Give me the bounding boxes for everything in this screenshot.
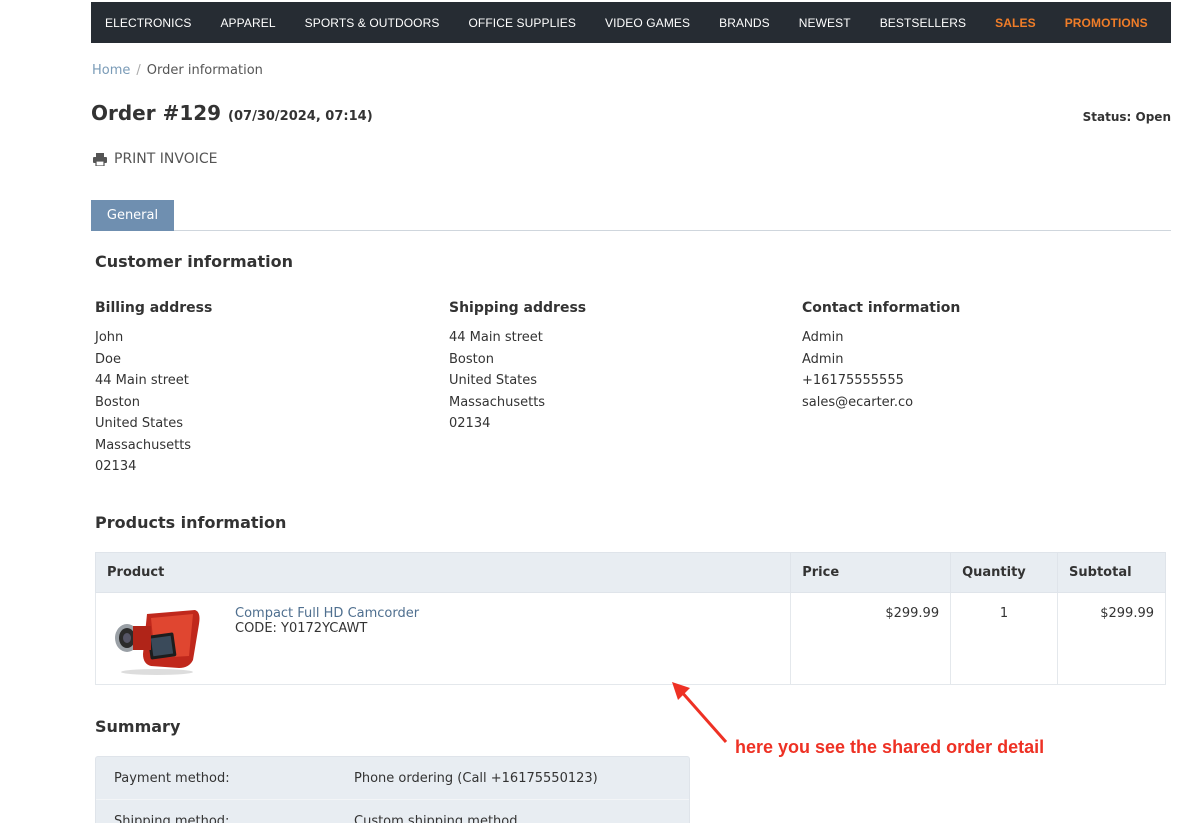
- nav-electronics[interactable]: ELECTRONICS: [105, 16, 191, 30]
- nav-brands[interactable]: BRANDS: [719, 16, 770, 30]
- summary-heading: Summary: [95, 717, 181, 736]
- column-subtotal: Subtotal: [1057, 552, 1166, 593]
- tab-bar: General: [91, 200, 1171, 231]
- nav-office-supplies[interactable]: OFFICE SUPPLIES: [468, 16, 576, 30]
- billing-line: 02134: [95, 459, 137, 474]
- printer-icon: [93, 152, 107, 166]
- table-header-row: Product Price Quantity Subtotal: [94, 552, 1166, 593]
- product-quantity: 1: [950, 592, 1059, 685]
- breadcrumb-separator: /: [136, 63, 141, 78]
- shipping-line: United States: [449, 373, 538, 388]
- table-row: Compact Full HD Camcorder CODE: Y0172YCA…: [94, 592, 1166, 685]
- tab-general[interactable]: General: [91, 200, 174, 231]
- annotation-text: here you see the shared order detail: [735, 737, 1045, 757]
- summary-value: Custom shipping method: [354, 813, 518, 823]
- summary-value: Phone ordering (Call +16175550123): [354, 770, 598, 786]
- summary-key: Payment method:: [114, 770, 230, 786]
- nav-sports-outdoors[interactable]: SPORTS & OUTDOORS: [305, 16, 440, 30]
- billing-line: United States: [95, 416, 184, 431]
- product-price: $299.99: [790, 592, 952, 685]
- billing-address: Billing address John Doe 44 Main street …: [95, 300, 212, 478]
- breadcrumb-home-link[interactable]: Home: [92, 63, 130, 78]
- camcorder-icon[interactable]: [107, 604, 207, 676]
- customer-information-heading: Customer information: [95, 252, 293, 271]
- products-information-heading: Products information: [95, 513, 287, 532]
- billing-line: Boston: [95, 394, 140, 410]
- print-invoice-button[interactable]: PRINT INVOICE: [93, 151, 217, 167]
- nav-newest[interactable]: NEWEST: [799, 16, 851, 30]
- contact-information-heading: Contact information: [802, 300, 961, 316]
- contact-email: sales@ecarter.co: [802, 394, 914, 410]
- summary-key: Shipping method:: [114, 813, 230, 823]
- order-status: Status: Open: [1082, 110, 1171, 124]
- shipping-address-heading: Shipping address: [449, 300, 587, 316]
- breadcrumb-current: Order information: [146, 63, 263, 78]
- column-product: Product: [94, 552, 792, 593]
- shipping-line: Boston: [449, 351, 494, 367]
- annotation-arrow-icon: [672, 682, 728, 743]
- page-title: Order #129 (07/30/2024, 07:14): [91, 101, 373, 125]
- summary-panel: Payment method: Phone ordering (Call +16…: [95, 756, 690, 823]
- summary-row-shipping: Shipping method: Custom shipping method: [96, 800, 689, 823]
- products-table: Product Price Quantity Subtotal Compact …: [94, 552, 1166, 685]
- billing-line: Massachusetts: [95, 437, 192, 453]
- contact-line: Admin: [802, 351, 844, 367]
- contact-line: Admin: [802, 330, 844, 345]
- billing-line: John: [95, 330, 124, 345]
- breadcrumb: Home / Order information: [92, 63, 263, 78]
- product-code: CODE: Y0172YCAWT: [235, 621, 368, 636]
- nav-promotions[interactable]: PROMOTIONS: [1065, 16, 1148, 30]
- contact-phone: +16175555555: [802, 373, 904, 388]
- product-subtotal: $299.99: [1057, 592, 1166, 685]
- shipping-line: Massachusetts: [449, 394, 546, 410]
- print-invoice-label: PRINT INVOICE: [114, 151, 218, 167]
- billing-address-heading: Billing address: [95, 300, 213, 316]
- billing-line: 44 Main street: [95, 373, 189, 388]
- nav-bestsellers[interactable]: BESTSELLERS: [880, 16, 966, 30]
- shipping-address: Shipping address 44 Main street Boston U…: [449, 300, 586, 435]
- main-navigation: ELECTRONICS APPAREL SPORTS & OUTDOORS OF…: [91, 2, 1171, 43]
- nav-apparel[interactable]: APPAREL: [220, 16, 275, 30]
- order-date: (07/30/2024, 07:14): [228, 109, 373, 124]
- shipping-line: 02134: [449, 416, 491, 431]
- product-name-link[interactable]: Compact Full HD Camcorder: [235, 606, 419, 621]
- order-number: Order #129: [91, 101, 222, 125]
- shipping-line: 44 Main street: [449, 330, 543, 345]
- nav-sales[interactable]: SALES: [995, 16, 1036, 30]
- summary-row-payment: Payment method: Phone ordering (Call +16…: [96, 757, 689, 800]
- nav-video-games[interactable]: VIDEO GAMES: [605, 16, 690, 30]
- column-quantity: Quantity: [950, 552, 1059, 593]
- billing-line: Doe: [95, 351, 121, 367]
- column-price: Price: [790, 552, 952, 593]
- contact-information: Contact information Admin Admin +1617555…: [802, 300, 960, 413]
